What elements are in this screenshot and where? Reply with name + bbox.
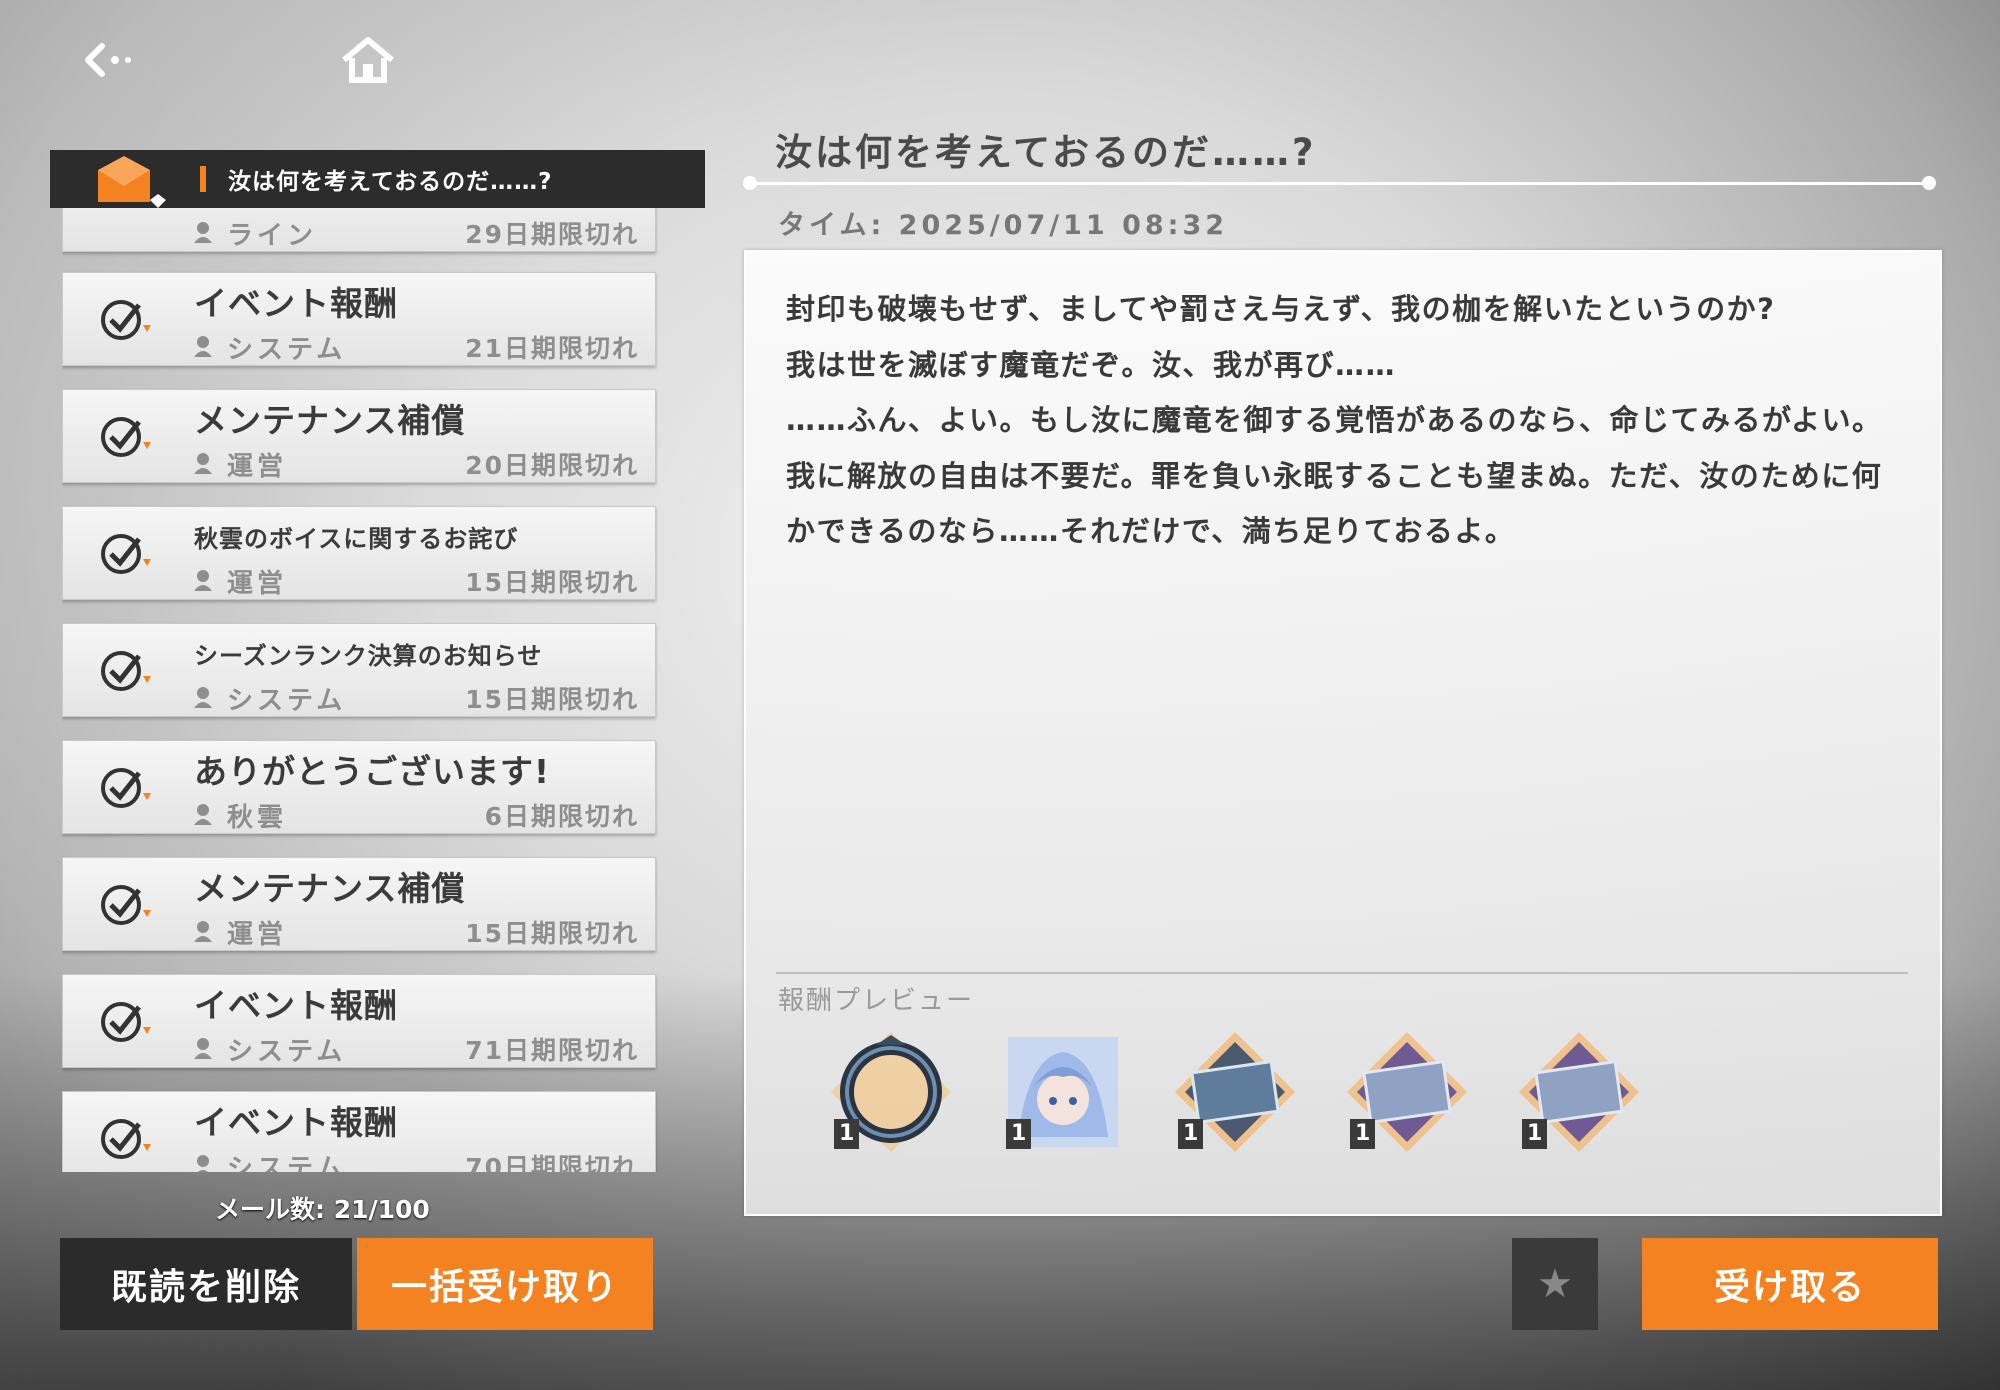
read-check-icon [101,417,151,457]
selected-mail-item[interactable]: 汝は何を考えておるのだ……? [50,150,705,208]
mail-sender: システム [227,335,347,365]
reward-count: 1 [1522,1119,1548,1149]
mail-sender: システム [227,1154,347,1172]
person-icon [194,921,212,942]
mail-subject: イベント報酬 [194,986,398,1025]
reward-count: 1 [1178,1119,1204,1149]
list-item[interactable]: イベント報酬 システム 71日期限切れ [62,974,656,1068]
mail-count: メール数: 21/100 [215,1195,430,1224]
mail-sender: 運営 [227,569,288,599]
favorite-button[interactable]: ★ [1512,1238,1598,1330]
reward-preview-label: 報酬プレビュー [778,986,975,1016]
claim-button[interactable]: 受け取る [1642,1238,1938,1330]
mail-sender: 運営 [227,452,288,482]
list-item[interactable]: ライン 29日期限切れ [62,208,656,252]
mail-expiry: 29日期限切れ [465,220,639,249]
reward-count: 1 [1350,1119,1376,1149]
mail-sender: ライン [227,221,318,251]
divider-dot [1922,176,1936,190]
read-check-icon [101,534,151,574]
mail-subject: イベント報酬 [194,284,398,323]
star-icon: ★ [1537,1261,1573,1307]
detail-time: タイム: 2025/07/11 08:32 [778,210,1229,241]
reward-divider [776,972,1908,974]
mail-sender: システム [227,686,347,716]
home-icon [342,37,394,83]
read-check-icon [101,885,151,925]
mail-expiry: 6日期限切れ [484,802,639,831]
mail-subject: 秋雲のボイスに関するお詫び [194,525,519,553]
mail-body: 封印も破壊もせず、ましてや罰さえ与えず、我の枷を解いたというのか? 我は世を滅ぼ… [786,282,1906,560]
list-item[interactable]: メンテナンス補償 運営 15日期限切れ [62,857,656,951]
person-icon [194,222,212,243]
reward-item-character[interactable]: 1 [998,1027,1128,1157]
mail-expiry: 71日期限切れ [465,1036,639,1065]
mail-subject: ありがとうございます! [194,752,551,791]
reward-item-avatar-frame[interactable]: 1 [826,1027,956,1157]
read-check-icon [101,1002,151,1042]
person-icon [197,1155,209,1172]
mail-sender: システム [227,1037,347,1067]
read-check-icon [101,768,151,808]
person-icon [194,570,212,591]
reward-count: 1 [1006,1119,1032,1149]
accent-bar [200,166,206,192]
list-item[interactable]: 秋雲のボイスに関するお詫び 運営 15日期限切れ [62,506,656,600]
body-paragraph: ……ふん、よい。もし汝に魔竜を御する覚悟があるのなら、命じてみるがよい。 [786,403,1883,437]
open-envelope-icon [90,150,170,208]
mail-expiry: 15日期限切れ [465,685,639,714]
mail-sender: 秋雲 [227,803,288,833]
person-icon [194,336,212,357]
mail-expiry: 20日期限切れ [465,451,639,480]
mail-body-panel: 封印も破壊もせず、ましてや罰さえ与えず、我の枷を解いたというのか? 我は世を滅ぼ… [744,250,1942,1216]
selected-mail-subject: 汝は何を考えておるのだ……? [228,169,553,195]
divider [750,182,1930,185]
delete-read-button[interactable]: 既読を削除 [60,1238,352,1330]
person-icon [194,453,212,474]
list-item[interactable]: メンテナンス補償 運営 20日期限切れ [62,389,656,483]
mail-expiry: 15日期限切れ [465,568,639,597]
body-paragraph: 封印も破壊もせず、ましてや罰さえ与えず、我の枷を解いたというのか? [786,292,1776,326]
read-check-icon [101,1119,151,1159]
mail-subject: シーズンランク決算のお知らせ [194,642,543,670]
list-item[interactable]: ありがとうございます! 秋雲 6日期限切れ [62,740,656,834]
mail-subject: メンテナンス補償 [194,869,466,908]
detail-title: 汝は何を考えておるのだ……? [775,131,1317,174]
claim-all-button[interactable]: 一括受け取り [357,1238,653,1330]
list-item[interactable]: シーズンランク決算のお知らせ システム 15日期限切れ [62,623,656,717]
body-paragraph: 我に解放の自由は不要だ。罪を負い永眠することも望まぬ。ただ、汝のために何かできる… [786,458,1883,549]
back-arrow-icon [85,43,131,77]
read-check-icon [101,651,151,691]
person-icon [194,687,212,708]
mail-list[interactable]: ライン 29日期限切れ イベント報酬 システム 21日期限切れ メンテナンス補償… [62,208,658,1172]
reward-count: 1 [834,1119,860,1149]
reward-item-card[interactable]: 1 [1514,1027,1644,1157]
mail-subject: メンテナンス補償 [194,401,466,440]
reward-item-card[interactable]: 1 [1170,1027,1300,1157]
read-check-icon [101,300,151,340]
person-icon [194,804,212,825]
mail-expiry: 15日期限切れ [465,919,639,948]
home-button[interactable] [328,30,408,90]
mail-expiry: 21日期限切れ [465,334,639,363]
reward-item-card[interactable]: 1 [1342,1027,1472,1157]
list-item[interactable]: イベント報酬 システム 21日期限切れ [62,272,656,366]
back-button[interactable] [72,30,152,90]
mail-subject: イベント報酬 [194,1103,398,1142]
divider-dot [743,176,757,190]
mail-sender: 運営 [227,920,288,950]
list-item[interactable]: イベント報酬 システム 70日期限切れ [62,1091,656,1172]
body-paragraph: 我は世を滅ぼす魔竜だぞ。汝、我が再び…… [786,347,1397,382]
person-icon [194,1038,212,1059]
mail-expiry: 70日期限切れ [465,1153,639,1172]
